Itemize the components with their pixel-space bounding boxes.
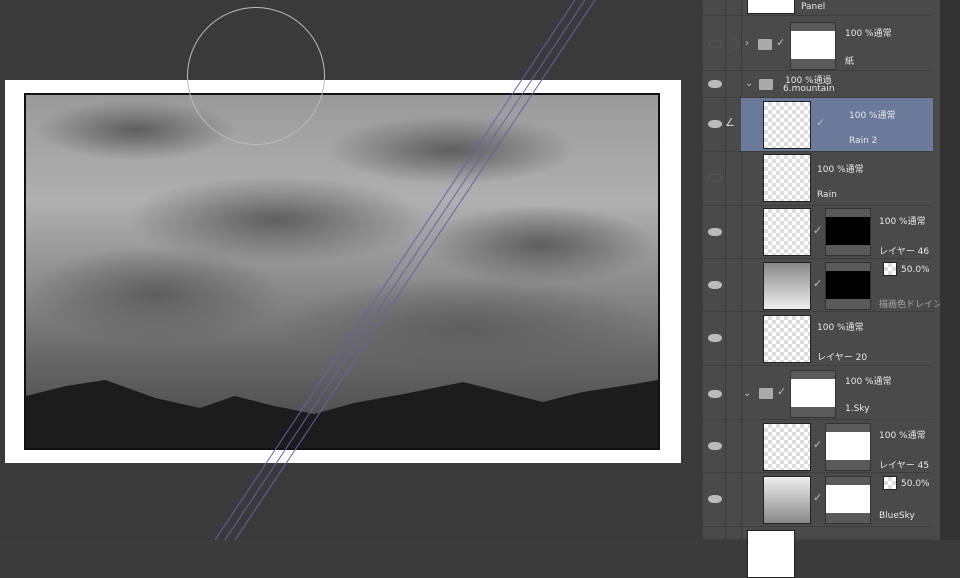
layer-row-selected[interactable]: ∠ ✓ 100 %通常 Rain 2 [703,98,933,152]
check-icon: ✓ [777,385,787,398]
panel-scrollbar[interactable] [940,0,960,540]
folder-icon [758,39,772,50]
eye-icon[interactable] [708,120,722,128]
layer-row[interactable]: ✓ 50.0% 描画色ドレイン [703,259,942,312]
canvas-area[interactable] [0,0,703,540]
eye-icon[interactable] [708,174,722,182]
layer-panel: Panel › ✓ 100 %通常 紙 ⌄ 100 %通過 6.mountain… [703,0,942,578]
check-icon: ✓ [816,116,826,129]
layer-row[interactable]: Panel [703,0,933,16]
eye-icon[interactable] [708,334,722,342]
chevron-right-icon[interactable]: › [745,38,749,49]
check-icon: ✓ [813,491,823,504]
check-icon: ✓ [813,224,823,237]
eye-icon[interactable] [708,40,722,48]
check-icon: ✓ [813,438,823,451]
chevron-down-icon[interactable]: ⌄ [743,388,751,399]
eye-icon[interactable] [708,281,722,289]
layer-folder-row[interactable]: ⌄ 100 %通過 6.mountain [703,71,933,98]
layer-folder-row[interactable]: ⌄ ✓ 100 %通常 1.Sky [703,366,933,420]
lock-icon[interactable] [729,39,739,49]
eye-icon[interactable] [708,390,722,398]
layer-row[interactable]: ✓ 50.0% BlueSky [703,473,933,527]
eye-icon[interactable] [708,495,722,503]
eye-icon[interactable] [708,228,722,236]
folder-icon [759,388,773,399]
layer-row[interactable]: ✓ 100 %通常 レイヤー 45 [703,420,933,473]
layer-folder-row[interactable]: › ✓ 100 %通常 紙 [703,16,933,71]
eye-icon[interactable] [708,442,722,450]
brush-cursor [187,7,325,145]
check-icon: ✓ [776,36,786,49]
layer-row[interactable]: ✓ 100 %通常 レイヤー 46 [703,206,933,259]
chevron-down-icon[interactable]: ⌄ [745,78,753,89]
layer-row[interactable]: 100 %通常 Rain [703,152,933,206]
ruler-guide-lines[interactable] [0,0,703,540]
check-icon: ✓ [813,277,823,290]
folder-icon [759,79,773,90]
layer-row[interactable] [703,527,933,578]
layer-row[interactable]: 100 %通常 レイヤー 20 [703,312,933,366]
eye-icon[interactable] [708,80,722,88]
pen-icon: ∠ [725,116,735,129]
